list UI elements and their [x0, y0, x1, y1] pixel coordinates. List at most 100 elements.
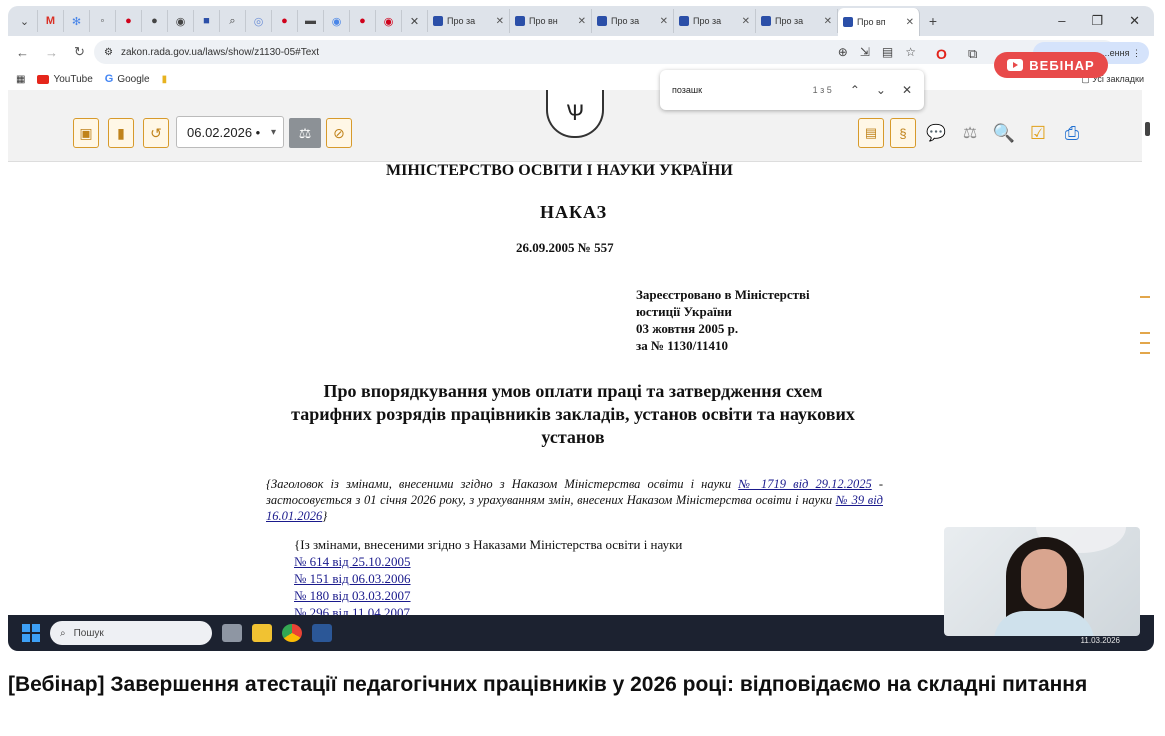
pinned-tab-icon[interactable]: ▬ — [298, 10, 324, 32]
structure-icon[interactable]: ▤ — [858, 118, 884, 148]
find-close-icon[interactable]: ✕ — [902, 83, 912, 97]
pinterest-tab-icon[interactable]: ● — [272, 10, 298, 32]
site-favicon-icon — [679, 16, 689, 26]
video-title[interactable]: [Вебінар] Завершення атестації педагогіч… — [8, 668, 1148, 701]
new-tab-button[interactable]: + — [920, 10, 946, 32]
right-toolbar: ▤ § 💬 ⚖ 🔍 ☑ ⎙ — [858, 118, 1086, 148]
pinned-tab-icon[interactable]: ● — [350, 10, 376, 32]
gmail-tab-icon[interactable]: M — [38, 10, 64, 32]
pinned-tab-icon[interactable]: ✻ — [64, 10, 90, 32]
link-icon[interactable]: ⊘ — [326, 118, 352, 148]
amendment-link[interactable]: № 180 від 03.03.2007 — [294, 587, 682, 604]
pinned-tab-icon[interactable]: ◦ — [90, 10, 116, 32]
video-frame[interactable]: ⌄ M ✻ ◦ ● ● ◉ ■ ⌕ ◎ ● ▬ ◉ ● ◉ ✕ Про за ✕ … — [8, 6, 1154, 651]
close-window-icon[interactable]: ✕ — [1129, 13, 1140, 29]
search-icon: ⌕ — [60, 627, 66, 639]
close-tab-icon[interactable]: ✕ — [496, 16, 504, 27]
apps-grid-icon[interactable]: ▦ — [16, 74, 25, 85]
bookmark-folder-icon[interactable]: ▮ — [162, 74, 168, 85]
windows-start-icon[interactable] — [22, 624, 40, 642]
pinned-tab-icon[interactable]: ● — [142, 10, 168, 32]
site-favicon-icon — [597, 16, 607, 26]
extensions-icon[interactable]: ⧉ — [968, 46, 977, 62]
window-controls: – ❐ ✕ — [1058, 13, 1154, 29]
back-icon[interactable]: ← — [16, 45, 29, 60]
close-icon[interactable]: ✕ — [402, 10, 428, 32]
bookmark-google[interactable]: G Google — [105, 73, 150, 85]
task-view-icon[interactable] — [222, 624, 242, 642]
compare-scales-icon[interactable]: ⚖ — [289, 118, 321, 148]
find-prev-icon[interactable]: ⌃ — [850, 83, 860, 97]
amendment-link[interactable]: № 614 від 25.10.2005 — [294, 553, 682, 570]
browser-tab[interactable]: Про за ✕ — [674, 9, 756, 33]
minimize-icon[interactable]: – — [1058, 13, 1065, 29]
bookmark-youtube[interactable]: YouTube — [37, 74, 93, 85]
close-tab-icon[interactable]: ✕ — [906, 17, 914, 28]
pinned-tab-icon[interactable]: ◉ — [168, 10, 194, 32]
browser-tab[interactable]: Про за ✕ — [756, 9, 838, 33]
browser-tab-active[interactable]: Про вп ✕ — [838, 8, 920, 36]
webinar-badge: ВЕБІНАР — [994, 52, 1108, 78]
search-hit-marker — [1140, 352, 1150, 354]
install-icon[interactable]: ⇲ — [860, 45, 870, 59]
pinned-tab-icon[interactable]: ◉ — [376, 10, 402, 32]
omnibox-tools: ⊕ ⇲ ▤ ☆ — [838, 45, 916, 59]
site-favicon-icon — [843, 17, 853, 27]
close-tab-icon[interactable]: ✕ — [578, 16, 586, 27]
checkbox-icon[interactable]: ☑ — [1024, 118, 1052, 148]
browser-tab[interactable]: Про вн ✕ — [510, 9, 592, 33]
find-next-icon[interactable]: ⌄ — [876, 83, 886, 97]
print-version-icon[interactable]: ▣ — [73, 118, 99, 148]
scales-icon[interactable]: ⚖ — [956, 118, 984, 148]
restore-icon[interactable]: ❐ — [1091, 13, 1103, 29]
pinned-tab-icon[interactable]: ◎ — [246, 10, 272, 32]
find-input[interactable]: позашк — [672, 85, 702, 95]
coat-of-arms-icon: Ѱ — [546, 90, 604, 138]
forward-icon[interactable]: → — [45, 45, 58, 60]
pinned-tab-icon[interactable]: ■ — [194, 10, 220, 32]
address-row: ← → ↻ ⚙ zakon.rada.gov.ua/laws/show/z113… — [8, 36, 1154, 68]
find-bar: позашк 1 з 5 ⌃ ⌄ ✕ — [660, 70, 924, 110]
tab-search-icon[interactable]: ⌄ — [12, 10, 38, 32]
paragraph-icon[interactable]: § — [890, 118, 916, 148]
close-tab-icon[interactable]: ✕ — [824, 16, 832, 27]
pinterest-tab-icon[interactable]: ● — [116, 10, 142, 32]
opera-extension-icon[interactable]: O — [936, 46, 947, 62]
close-tab-icon[interactable]: ✕ — [660, 16, 668, 27]
bookmark-star-icon[interactable]: ☆ — [905, 45, 916, 59]
document-type: НАКАЗ — [540, 202, 608, 222]
youtube-icon — [37, 74, 50, 84]
reload-icon[interactable]: ↻ — [74, 44, 85, 60]
search-hit-marker — [1140, 296, 1150, 298]
amendment-link[interactable]: № 1719 від 29.12.2025 — [738, 477, 872, 491]
file-explorer-icon[interactable] — [252, 624, 272, 642]
address-bar[interactable]: ⚙ zakon.rada.gov.ua/laws/show/z1130-05#T… — [94, 40, 1116, 64]
amendment-link[interactable]: № 151 від 06.03.2006 — [294, 570, 682, 587]
search-hit-marker — [1140, 332, 1150, 334]
search-icon[interactable]: 🔍 — [990, 118, 1018, 148]
amendments-list: {Із змінами, внесеними згідно з Наказами… — [294, 537, 683, 620]
pinned-tab-icon[interactable]: ◉ — [324, 10, 350, 32]
presenter-webcam — [944, 527, 1140, 636]
history-icon[interactable]: ↺ — [143, 118, 169, 148]
taskbar-search[interactable]: ⌕ Пошук — [50, 621, 212, 645]
comments-icon[interactable]: 💬 — [922, 118, 950, 148]
browser-tab[interactable]: Про за ✕ — [592, 9, 674, 33]
zoom-icon[interactable]: ⊕ — [838, 45, 848, 59]
title-change-note: {Заголовок із змінами, внесеними згідно … — [266, 477, 883, 523]
document-toolbar: ▣ ▮ ↺ 06.02.2026 • ▾ ⚖ ⊘ Ѱ ▤ § 💬 ⚖ 🔍 ☑ ⎙ — [8, 90, 1142, 162]
bookmark-doc-icon[interactable]: ▮ — [108, 118, 134, 148]
site-info-icon[interactable]: ⚙ — [104, 47, 113, 58]
word-icon[interactable] — [312, 624, 332, 642]
close-tab-icon[interactable]: ✕ — [742, 16, 750, 27]
chrome-icon[interactable] — [282, 624, 302, 642]
pinned-tab-icon[interactable]: ⌕ — [220, 10, 246, 32]
browser-tab[interactable]: Про за ✕ — [428, 9, 510, 33]
search-hit-marker — [1140, 342, 1150, 344]
edition-date-select[interactable]: 06.02.2026 • ▾ — [176, 116, 284, 148]
site-favicon-icon — [515, 16, 525, 26]
document-title: Про впорядкування умов оплати праці та з… — [291, 381, 855, 447]
scroll-thumb[interactable] — [1145, 122, 1150, 136]
reading-mode-icon[interactable]: ▤ — [882, 45, 893, 59]
printer-icon[interactable]: ⎙ — [1058, 118, 1086, 148]
